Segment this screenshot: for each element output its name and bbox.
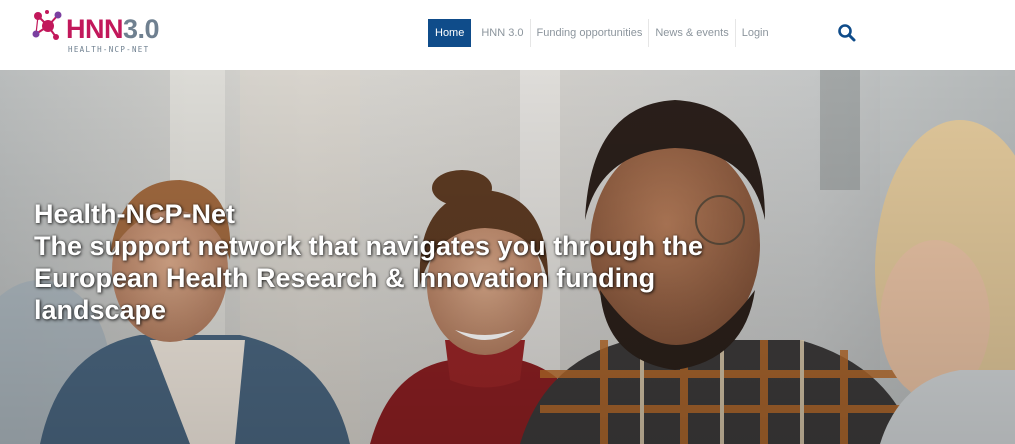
hero-headline-line: Health-NCP-Net (34, 199, 236, 230)
nav-item-login[interactable]: Login (736, 19, 775, 47)
molecule-logo-icon (32, 10, 62, 40)
hero-headline-line: landscape (34, 295, 167, 326)
hero-banner: Health-NCP-Net The support network that … (0, 70, 1015, 444)
site-logo[interactable]: HNN3.0 HEALTH-NCP-NET (30, 8, 170, 60)
logo-brand-version: 3.0 (123, 14, 160, 44)
logo-brand-prefix: HNN (66, 14, 124, 44)
logo-wordmark: HNN3.0 (66, 14, 160, 44)
nav-item-news-events[interactable]: News & events (649, 19, 736, 47)
hero-headline: Health-NCP-Net The support network that … (34, 198, 934, 326)
nav-item-funding-opportunities[interactable]: Funding opportunities (531, 19, 650, 47)
nav-item-hnn-3-0[interactable]: HNN 3.0 (475, 19, 531, 47)
hero-headline-line: The support network that navigates you t… (34, 231, 704, 262)
search-button[interactable] (836, 22, 858, 44)
site-header: HNN3.0 HEALTH-NCP-NET Home HNN 3.0 Fundi… (0, 0, 1015, 70)
hero-headline-line: European Health Research & Innovation fu… (34, 263, 656, 294)
nav-item-home[interactable]: Home (428, 19, 472, 47)
main-navigation: Home HNN 3.0 Funding opportunities News … (428, 19, 775, 47)
search-icon (838, 24, 856, 42)
logo-tagline: HEALTH-NCP-NET (68, 45, 150, 54)
